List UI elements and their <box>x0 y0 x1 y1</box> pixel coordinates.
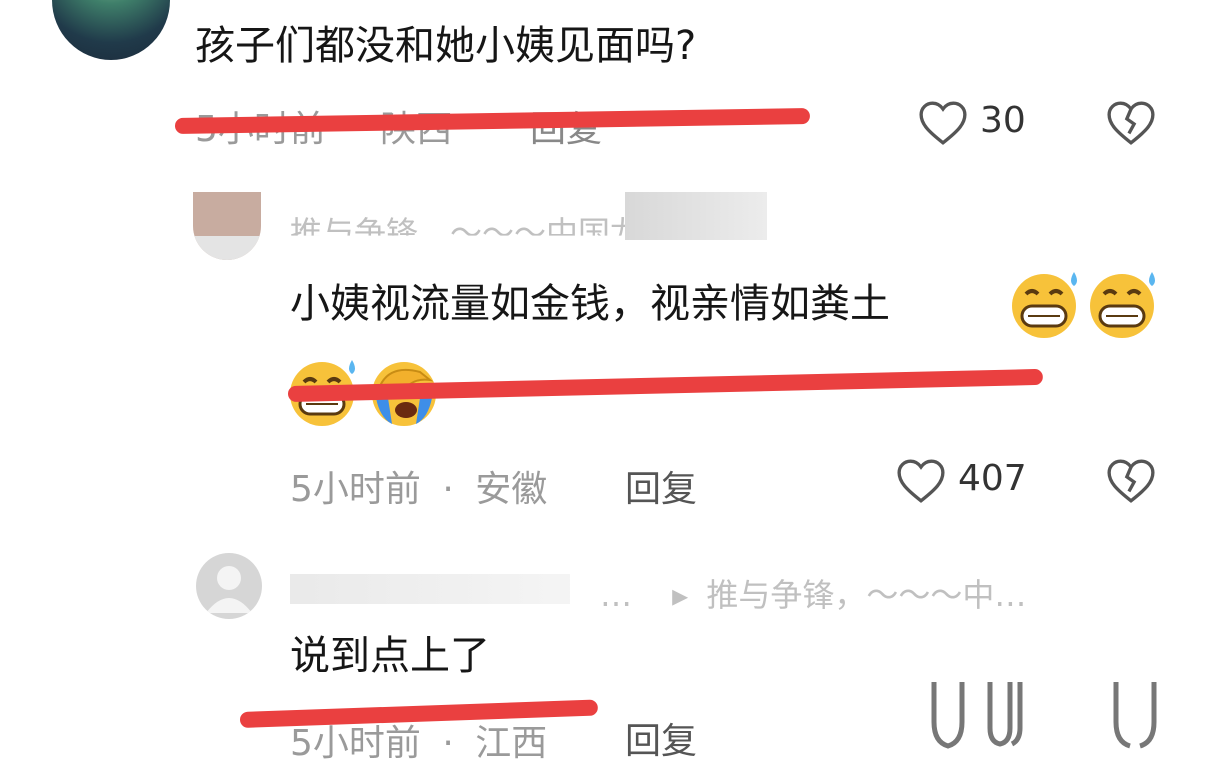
broken-heart-icon[interactable] <box>1110 682 1160 750</box>
comment-text: 小姨视流量如金钱，视亲情如粪土 <box>290 281 890 327</box>
reply-button[interactable]: 回复 <box>625 460 697 512</box>
comment-time: 5小时前 <box>290 723 421 764</box>
like-count: 407 <box>958 458 1027 499</box>
user-avatar[interactable] <box>193 192 261 260</box>
grinning-sweat-emoji <box>1008 268 1084 340</box>
user-avatar[interactable] <box>52 0 170 60</box>
default-avatar-icon[interactable] <box>196 553 262 619</box>
reply-target-username: 推与争锋，～～～中… <box>706 576 1027 614</box>
comment-time: 5小时前 <box>290 469 421 510</box>
comment-text: 说到点上了 <box>290 633 490 679</box>
meta-separator: · <box>442 469 454 510</box>
comment-meta: 5小时前 · 江西 <box>290 714 547 766</box>
redacted-block <box>290 574 570 604</box>
meta-separator: · <box>442 723 454 764</box>
like-button[interactable]: 30 <box>918 98 1038 152</box>
reply-arrow-icon: ▸ <box>672 576 689 614</box>
heart-icon <box>919 101 967 145</box>
heart-icon <box>931 682 1023 749</box>
like-button[interactable] <box>928 682 1038 750</box>
redacted-block <box>625 192 767 240</box>
like-button[interactable]: 407 <box>896 456 1036 510</box>
grinning-sweat-emoji <box>1086 268 1162 340</box>
like-count: 30 <box>980 100 1026 141</box>
comment-location: 江西 <box>475 723 548 764</box>
comment-location: 安徽 <box>475 469 548 510</box>
comment-text: 孩子们都没和她小姨见面吗? <box>195 23 697 69</box>
heart-icon <box>897 459 945 503</box>
comment-meta: 5小时前 · 安徽 <box>290 460 547 512</box>
broken-heart-icon[interactable] <box>1106 100 1156 146</box>
broken-heart-icon[interactable] <box>1106 458 1156 504</box>
username[interactable]: 推与争锋，～～～中国龙 <box>290 208 642 236</box>
username-left: … <box>600 576 632 614</box>
reply-button[interactable]: 回复 <box>625 712 697 764</box>
